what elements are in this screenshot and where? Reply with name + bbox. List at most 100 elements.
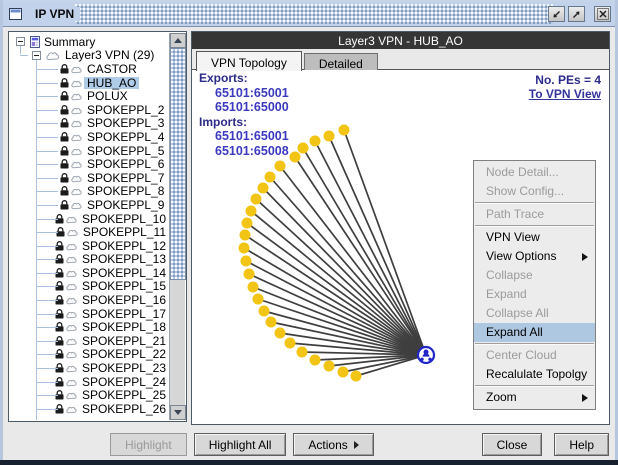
tree-item-label[interactable]: SPOKEPPL_24 bbox=[79, 376, 169, 388]
tree-item-label[interactable]: Summary bbox=[41, 36, 98, 48]
spoke-node[interactable] bbox=[265, 172, 276, 183]
tree-item-label[interactable]: SPOKEPPL_13 bbox=[79, 253, 169, 265]
spoke-node[interactable] bbox=[259, 306, 270, 317]
tree-item-spokeppl-23[interactable]: SPOKEPPL_23 bbox=[10, 361, 169, 375]
tree-item-spokeppl-26[interactable]: SPOKEPPL_26 bbox=[10, 402, 169, 416]
tree-item-spokeppl-12[interactable]: SPOKEPPL_12 bbox=[10, 239, 169, 253]
tree-item-label[interactable]: SPOKEPPL_6 bbox=[84, 158, 167, 170]
tree-item-label[interactable]: SPOKEPPL_25 bbox=[79, 389, 169, 401]
close-button[interactable]: Close bbox=[482, 433, 543, 456]
spoke-node[interactable] bbox=[310, 355, 321, 366]
tree-item-label[interactable]: SPOKEPPL_8 bbox=[84, 185, 167, 197]
scrollbar-thumb[interactable] bbox=[170, 48, 186, 280]
tree-item-polux[interactable]: POLUX bbox=[10, 89, 169, 103]
tree-item-label[interactable]: HUB_AO bbox=[84, 77, 139, 89]
tree-item-spokeppl-2[interactable]: SPOKEPPL_2 bbox=[10, 103, 169, 117]
collapse-toggle-icon[interactable] bbox=[16, 37, 25, 46]
tree-item-label[interactable]: SPOKEPPL_17 bbox=[79, 308, 169, 320]
scroll-up-button[interactable] bbox=[170, 33, 186, 48]
spoke-node[interactable] bbox=[240, 230, 251, 241]
tree-item-label[interactable]: SPOKEPPL_2 bbox=[84, 104, 167, 116]
tab-detailed[interactable]: Detailed bbox=[304, 53, 378, 70]
tree-item-label[interactable]: SPOKEPPL_22 bbox=[79, 348, 169, 360]
tree-item-spokeppl-21[interactable]: SPOKEPPL_21 bbox=[10, 334, 169, 348]
spoke-node[interactable] bbox=[246, 206, 257, 217]
tree-item-label[interactable]: CASTOR bbox=[84, 63, 140, 75]
tree-item-label[interactable]: SPOKEPPL_9 bbox=[84, 199, 167, 211]
spoke-node[interactable] bbox=[266, 317, 277, 328]
tree-item-spokeppl-17[interactable]: SPOKEPPL_17 bbox=[10, 307, 169, 321]
actions-button[interactable]: Actions bbox=[293, 433, 373, 456]
spoke-node[interactable] bbox=[241, 256, 252, 267]
spoke-node[interactable] bbox=[275, 161, 286, 172]
tree-item-spokeppl-5[interactable]: SPOKEPPL_5 bbox=[10, 144, 169, 158]
tree-item-spokeppl-24[interactable]: SPOKEPPL_24 bbox=[10, 375, 169, 389]
restore-down-button[interactable] bbox=[548, 6, 565, 22]
spoke-node[interactable] bbox=[324, 131, 335, 142]
close-window-button[interactable] bbox=[594, 6, 611, 22]
tree-scrollbar[interactable] bbox=[169, 33, 185, 420]
menu-item-recalulate-topolgy[interactable]: Recalulate Topolgy bbox=[474, 365, 595, 384]
tree-item-spokeppl-13[interactable]: SPOKEPPL_13 bbox=[10, 253, 169, 267]
tree-item-spokeppl-15[interactable]: SPOKEPPL_15 bbox=[10, 280, 169, 294]
maximize-button[interactable] bbox=[568, 6, 585, 22]
tree-item-spokeppl-18[interactable]: SPOKEPPL_18 bbox=[10, 320, 169, 334]
tree-item-hub-ao[interactable]: HUB_AO bbox=[10, 76, 169, 90]
spoke-node[interactable] bbox=[248, 282, 259, 293]
tree-item-label[interactable]: SPOKEPPL_5 bbox=[84, 145, 167, 157]
spoke-node[interactable] bbox=[290, 152, 301, 163]
tree-item-spokeppl-9[interactable]: SPOKEPPL_9 bbox=[10, 198, 169, 212]
menu-item-zoom[interactable]: Zoom bbox=[474, 388, 595, 407]
tree-item-label[interactable]: SPOKEPPL_3 bbox=[84, 117, 167, 129]
tree-item-label[interactable]: SPOKEPPL_23 bbox=[79, 362, 169, 374]
tree-item-spokeppl-14[interactable]: SPOKEPPL_14 bbox=[10, 266, 169, 280]
spoke-node[interactable] bbox=[324, 361, 335, 372]
menu-item-expand-all[interactable]: Expand All bbox=[474, 323, 595, 342]
spoke-node[interactable] bbox=[297, 347, 308, 358]
tree-item-layer3-vpn[interactable]: Layer3 VPN (29) bbox=[10, 49, 169, 63]
tree-item-spokeppl-11[interactable]: SPOKEPPL_11 bbox=[10, 225, 169, 239]
collapse-toggle-icon[interactable] bbox=[32, 51, 41, 60]
tree-item-label[interactable]: SPOKEPPL_18 bbox=[79, 321, 169, 333]
tree-item-label[interactable]: SPOKEPPL_26 bbox=[79, 403, 169, 415]
spoke-node[interactable] bbox=[338, 367, 349, 378]
tree-item-spokeppl-3[interactable]: SPOKEPPL_3 bbox=[10, 117, 169, 131]
menu-item-vpn-view[interactable]: VPN View bbox=[474, 228, 595, 247]
tree-item-label[interactable]: SPOKEPPL_11 bbox=[80, 226, 169, 238]
tree-item-spokeppl-8[interactable]: SPOKEPPL_8 bbox=[10, 185, 169, 199]
scroll-down-button[interactable] bbox=[170, 405, 186, 420]
spoke-node[interactable] bbox=[239, 243, 250, 254]
spoke-node[interactable] bbox=[298, 143, 309, 154]
tree-item-summary[interactable]: Summary bbox=[10, 35, 169, 49]
tree-item-castor[interactable]: CASTOR bbox=[10, 62, 169, 76]
spoke-node[interactable] bbox=[253, 294, 264, 305]
tree-item-label[interactable]: Layer3 VPN (29) bbox=[62, 49, 157, 61]
tree-item-spokeppl-16[interactable]: SPOKEPPL_16 bbox=[10, 293, 169, 307]
tree-item-label[interactable]: SPOKEPPL_15 bbox=[79, 280, 169, 292]
tree-item-spokeppl-4[interactable]: SPOKEPPL_4 bbox=[10, 130, 169, 144]
tree-item-label[interactable]: SPOKEPPL_10 bbox=[79, 213, 169, 225]
tree-item-label[interactable]: SPOKEPPL_12 bbox=[79, 240, 169, 252]
hub-node[interactable] bbox=[418, 347, 434, 363]
topology-canvas[interactable]: Exports: 65101:65001 65101:65000 Imports… bbox=[192, 69, 609, 424]
spoke-node[interactable] bbox=[275, 328, 286, 339]
tree-item-spokeppl-7[interactable]: SPOKEPPL_7 bbox=[10, 171, 169, 185]
tree-item-spokeppl-10[interactable]: SPOKEPPL_10 bbox=[10, 212, 169, 226]
tree-item-spokeppl-25[interactable]: SPOKEPPL_25 bbox=[10, 388, 169, 402]
spoke-node[interactable] bbox=[351, 371, 362, 382]
spoke-node[interactable] bbox=[258, 183, 269, 194]
menu-item-view-options[interactable]: View Options bbox=[474, 247, 595, 266]
spoke-node[interactable] bbox=[310, 136, 321, 147]
help-button[interactable]: Help bbox=[554, 433, 609, 456]
tree-item-label[interactable]: SPOKEPPL_16 bbox=[79, 294, 169, 306]
highlight-button[interactable]: Highlight bbox=[110, 433, 187, 456]
highlight-all-button[interactable]: Highlight All bbox=[194, 433, 287, 456]
tree-item-label[interactable]: POLUX bbox=[84, 90, 131, 102]
spoke-node[interactable] bbox=[285, 338, 296, 349]
tree-item-label[interactable]: SPOKEPPL_14 bbox=[79, 267, 169, 279]
spoke-node[interactable] bbox=[251, 194, 262, 205]
tree-item-label[interactable]: SPOKEPPL_21 bbox=[79, 335, 169, 347]
title-bar[interactable]: IP VPN bbox=[3, 2, 615, 27]
tab-vpn-topology[interactable]: VPN Topology bbox=[196, 51, 302, 71]
tree-item-label[interactable]: SPOKEPPL_7 bbox=[84, 172, 167, 184]
